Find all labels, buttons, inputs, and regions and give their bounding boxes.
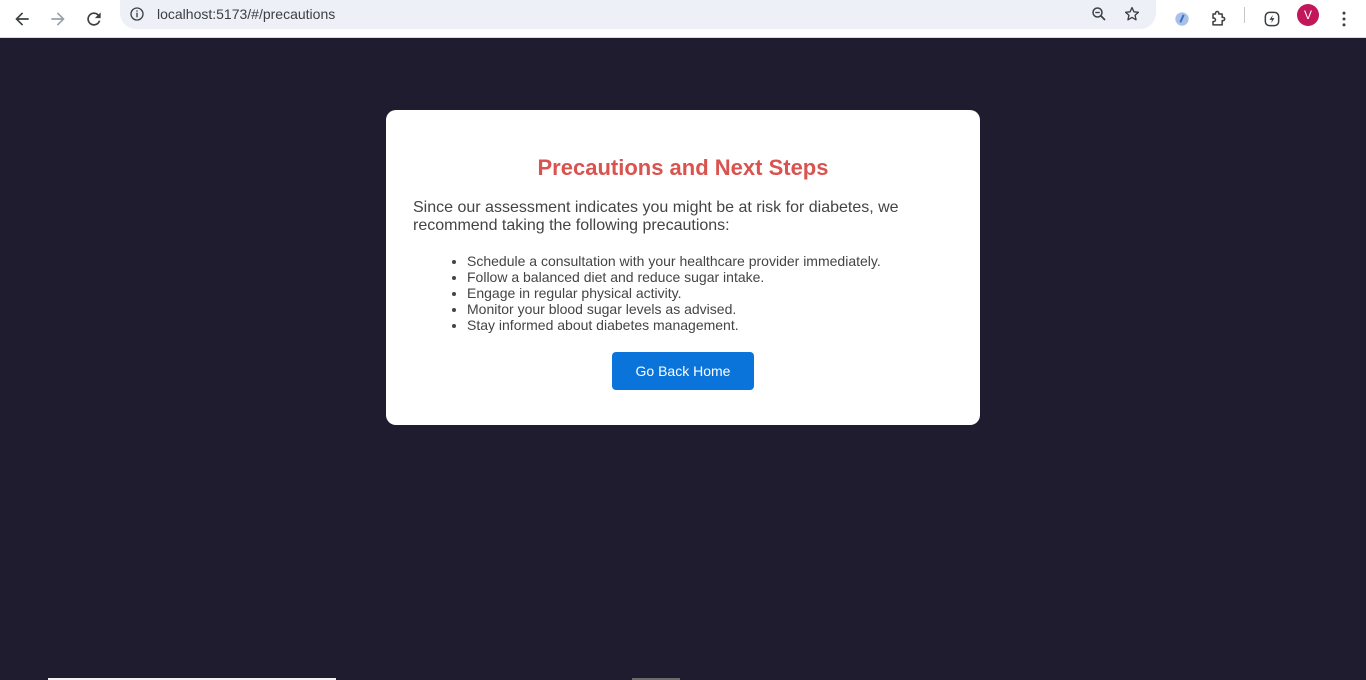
go-back-home-button[interactable]: Go Back Home	[612, 352, 754, 390]
kebab-menu-icon	[1342, 11, 1346, 27]
back-button[interactable]	[6, 3, 38, 35]
browser-toolbar: localhost:5173/#/precautions V	[0, 0, 1366, 38]
reload-button[interactable]	[78, 3, 110, 35]
bookmark-button[interactable]	[1120, 2, 1144, 26]
intro-text: Since our assessment indicates you might…	[413, 199, 899, 234]
star-icon	[1124, 6, 1140, 21]
site-info-button[interactable]	[128, 5, 146, 23]
button-container: Go Back Home	[413, 352, 953, 390]
puzzle-icon	[1212, 10, 1226, 26]
page-title: Precautions and Next Steps	[537, 155, 829, 180]
extensions-button[interactable]	[1202, 3, 1234, 35]
toolbar-divider	[1244, 7, 1245, 23]
precautions-list: Schedule a consultation with your health…	[467, 253, 953, 333]
list-item: Engage in regular physical activity.	[467, 285, 953, 301]
extension-badge-icon	[1175, 12, 1189, 26]
arrow-right-icon	[51, 12, 65, 26]
extension-button[interactable]	[1166, 3, 1198, 35]
list-item: Schedule a consultation with your health…	[467, 253, 953, 269]
profile-avatar[interactable]: V	[1297, 4, 1319, 26]
info-icon	[130, 7, 144, 21]
zoom-icon	[1092, 7, 1106, 21]
forward-button[interactable]	[42, 3, 74, 35]
list-item: Monitor your blood sugar levels as advis…	[467, 301, 953, 317]
precautions-card: Precautions and Next Steps Since our ass…	[386, 110, 980, 425]
address-bar[interactable]: localhost:5173/#/precautions	[120, 0, 1156, 29]
extension-button-2[interactable]	[1256, 3, 1288, 35]
browser-menu-button[interactable]	[1328, 3, 1360, 35]
url-text[interactable]: localhost:5173/#/precautions	[157, 6, 335, 22]
page-viewport: Precautions and Next Steps Since our ass…	[0, 38, 1366, 680]
zoom-button[interactable]	[1087, 2, 1111, 26]
reload-icon	[87, 12, 101, 26]
arrow-left-icon	[15, 12, 29, 26]
lightning-icon	[1264, 11, 1280, 27]
list-item: Stay informed about diabetes management.	[467, 317, 953, 333]
list-item: Follow a balanced diet and reduce sugar …	[467, 269, 953, 285]
